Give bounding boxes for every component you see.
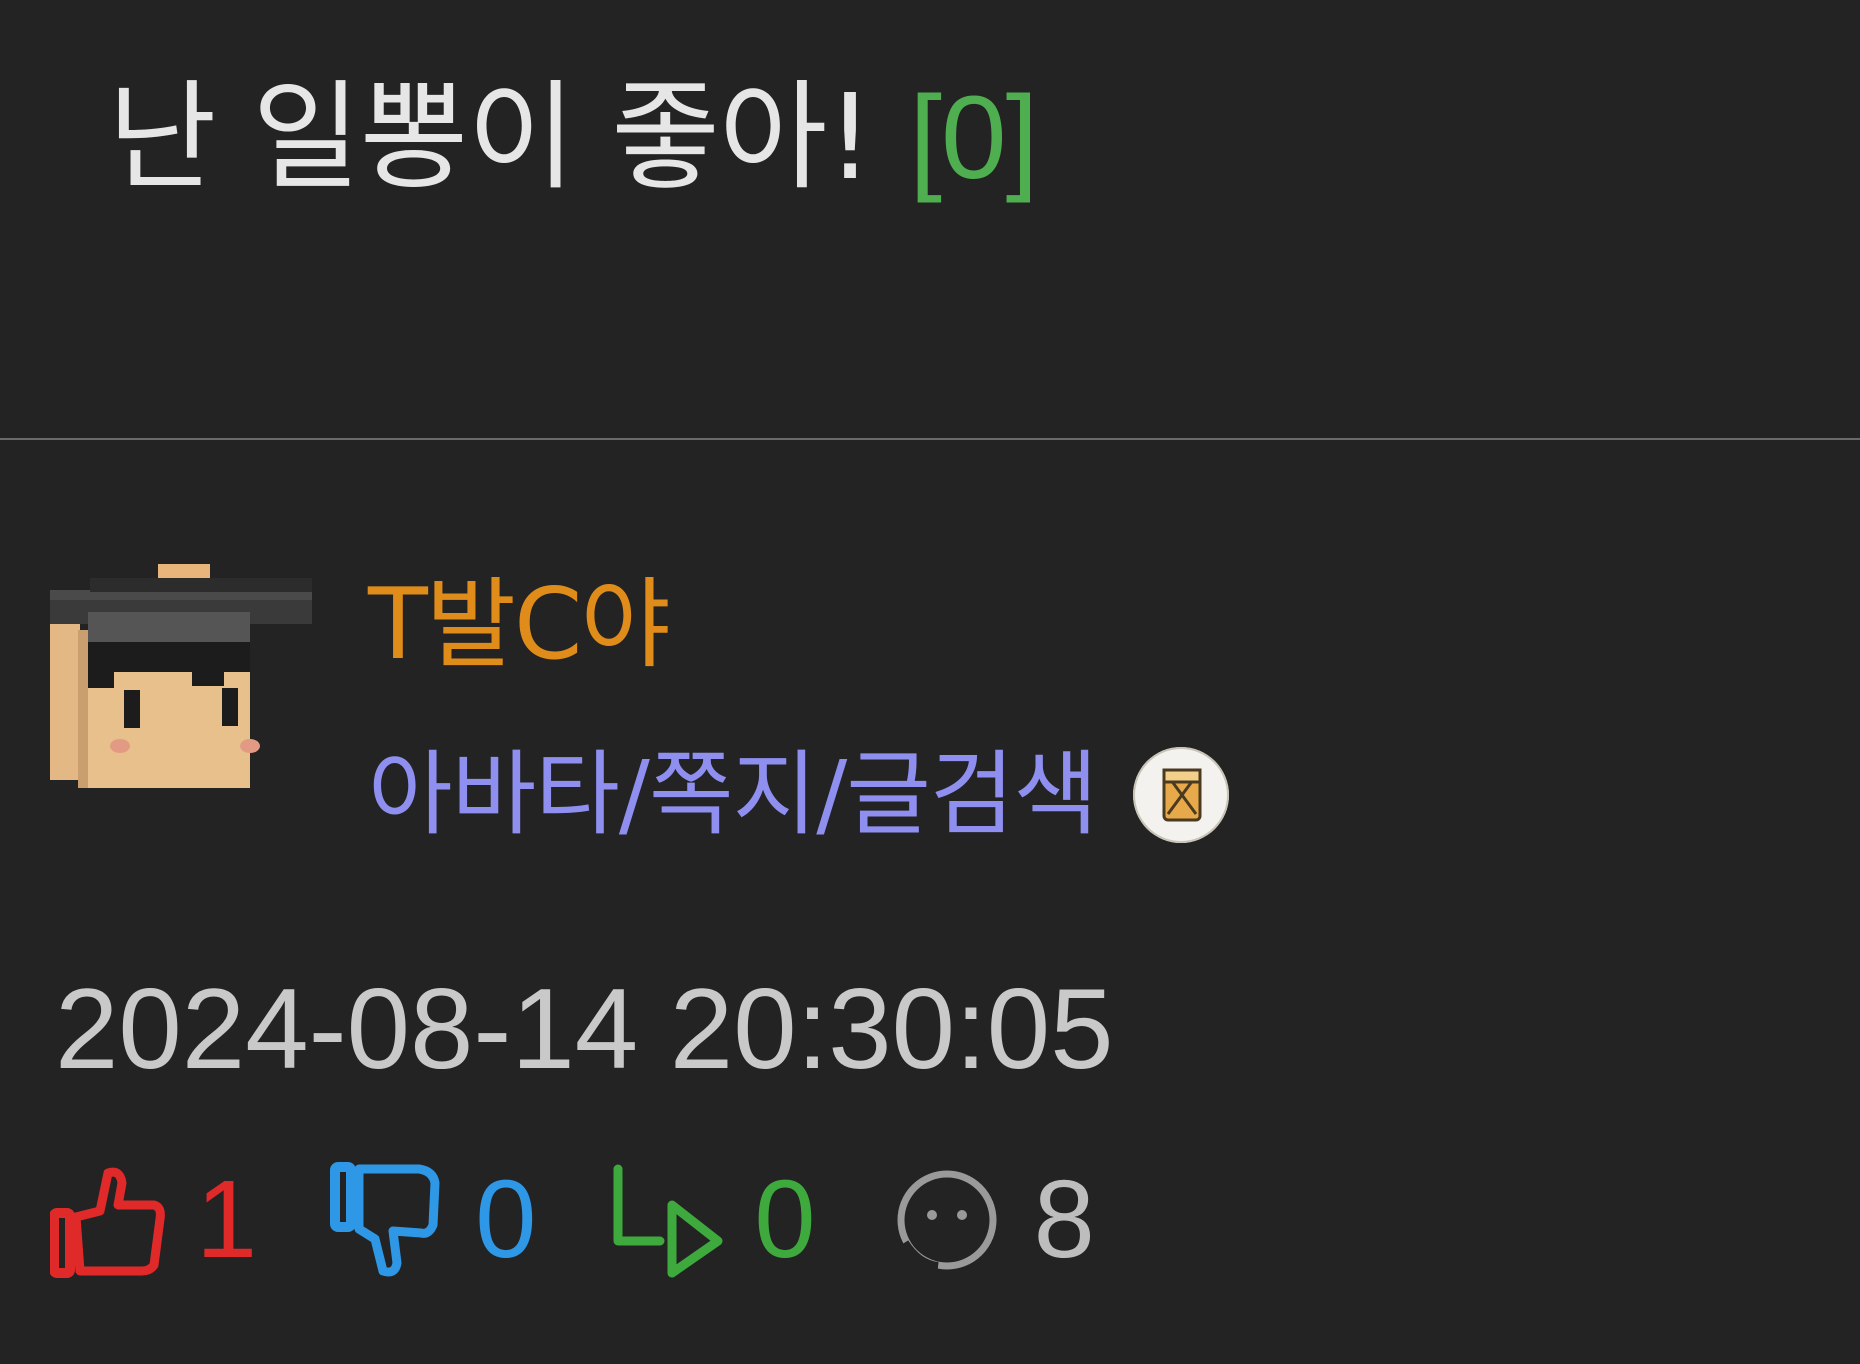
downvote-button[interactable]: 0 xyxy=(329,1155,536,1285)
thumbs-up-icon xyxy=(50,1167,165,1278)
avatar[interactable] xyxy=(50,560,320,830)
post-title: 난 일뽕이 좋아! [0] xyxy=(108,62,1038,213)
author-links-text[interactable]: 아바타/쪽지/글검색 xyxy=(368,730,1098,860)
downvote-count: 0 xyxy=(475,1158,537,1281)
comment-count[interactable]: [0] xyxy=(909,72,1038,204)
share-arrow-icon xyxy=(613,1164,723,1278)
share-count: 0 xyxy=(754,1158,816,1281)
avatar-image xyxy=(50,564,312,788)
author-name[interactable]: T발C야 xyxy=(368,560,671,690)
author-links: 아바타/쪽지/글검색 xyxy=(368,730,1230,860)
badge-symbol-icon xyxy=(1162,768,1202,822)
share-button[interactable]: 0 xyxy=(608,1155,816,1285)
stats-bar: 1 0 0 8 xyxy=(50,1140,1167,1300)
author-block: T발C야 아바타/쪽지/글검색 2024-08-14 20:30:05 1 0 … xyxy=(0,440,1860,1364)
views-indicator: 8 xyxy=(888,1155,1095,1285)
views-count: 8 xyxy=(1033,1158,1095,1281)
post-title-text: 난 일뽕이 좋아! xyxy=(108,68,910,206)
badge-icon xyxy=(1133,747,1230,843)
upvote-count: 1 xyxy=(196,1158,258,1281)
thumbs-down-icon xyxy=(330,1162,440,1277)
post-date: 2024-08-14 20:30:05 xyxy=(55,966,1114,1093)
upvote-button[interactable]: 1 xyxy=(50,1155,257,1285)
post-header: 난 일뽕이 좋아! [0] xyxy=(0,0,1860,438)
smiley-face-icon xyxy=(897,1170,997,1272)
